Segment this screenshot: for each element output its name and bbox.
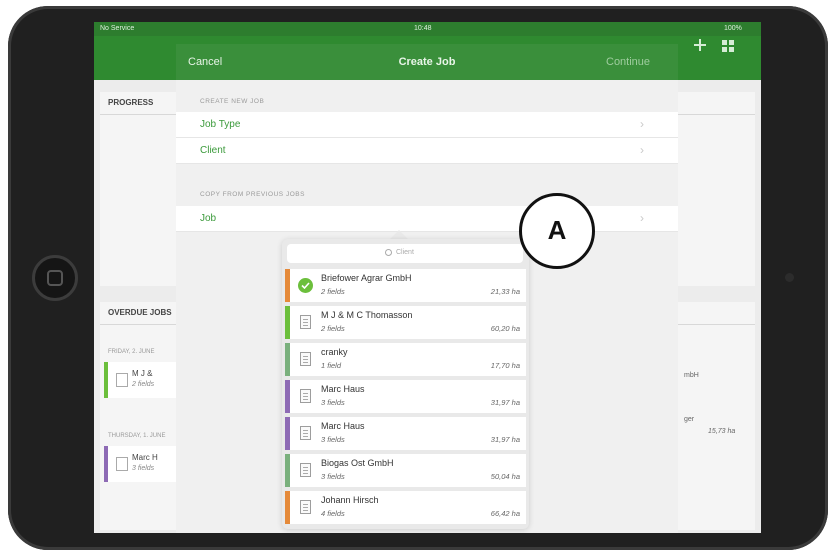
- carrier-text: No Service: [100, 25, 135, 32]
- screen: No Service 10:48 100% PROGRESS OVERDUE J…: [94, 22, 761, 533]
- job-item-fields: 2 fields: [132, 381, 155, 388]
- document-icon: [300, 389, 311, 403]
- client-fields: 1 field: [321, 361, 342, 370]
- camera-dot: [785, 273, 794, 282]
- client-area: 31,97 ha: [490, 435, 520, 444]
- document-icon: [116, 373, 128, 387]
- clock-text: 10:48: [414, 25, 432, 32]
- client-fields: 3 fields: [321, 472, 345, 481]
- section-header-copy: COPY FROM PREVIOUS JOBS: [200, 191, 305, 198]
- grid-view-icon[interactable]: [722, 40, 734, 52]
- client-name: cranky: [321, 347, 348, 357]
- client-search-input[interactable]: Client: [287, 244, 523, 263]
- client-name: Marc Haus: [321, 421, 365, 431]
- continue-button[interactable]: Continue: [606, 56, 650, 68]
- document-icon: [300, 352, 311, 366]
- job-item-area: 15,73 ha: [708, 428, 736, 435]
- modal-nav-bar: Cancel Create Job Continue: [176, 44, 678, 80]
- chevron-right-icon: ›: [640, 117, 644, 131]
- client-list-item[interactable]: M J & M C Thomasson 2 fields 60,20 ha: [285, 306, 526, 339]
- client-row[interactable]: Client ›: [176, 138, 678, 164]
- job-item-name: Marc H: [132, 453, 158, 462]
- job-item-right-text: mbH: [684, 372, 699, 379]
- annotation-label: A: [547, 215, 567, 245]
- status-bar: No Service 10:48 100%: [94, 22, 761, 36]
- annotation-callout-a: A: [519, 193, 595, 269]
- battery-text: 100%: [724, 25, 742, 32]
- client-area: 21,33 ha: [490, 287, 520, 296]
- client-area: 66,42 ha: [490, 509, 520, 518]
- client-area: 17,70 ha: [490, 361, 520, 370]
- home-button[interactable]: [32, 255, 78, 301]
- document-icon: [300, 426, 311, 440]
- document-icon: [300, 500, 311, 514]
- client-name: Marc Haus: [321, 384, 365, 394]
- chevron-right-icon: ›: [640, 143, 644, 157]
- job-type-label: Job Type: [200, 119, 241, 130]
- client-name: Briefower Agrar GmbH: [321, 273, 412, 283]
- client-picker-popover: Client Briefower Agrar GmbH 2 fields 21,33…: [282, 239, 529, 529]
- client-list-item[interactable]: Briefower Agrar GmbH 2 fields 21,33 ha: [285, 269, 526, 302]
- job-item[interactable]: Marc H 3 fields: [104, 446, 184, 482]
- check-circle-icon: [298, 278, 313, 293]
- client-area: 60,20 ha: [490, 324, 520, 333]
- job-type-row[interactable]: Job Type ›: [176, 112, 678, 138]
- client-fields: 3 fields: [321, 435, 345, 444]
- popover-arrow: [390, 230, 408, 239]
- search-icon: [385, 249, 392, 256]
- client-label: Client: [200, 145, 226, 156]
- client-list-item[interactable]: Marc Haus 3 fields 31,97 ha: [285, 380, 526, 413]
- client-fields: 3 fields: [321, 398, 345, 407]
- date-header: THURSDAY, 1. JUNE: [108, 433, 166, 439]
- document-icon: [300, 315, 311, 329]
- client-list-item[interactable]: Marc Haus 3 fields 31,97 ha: [285, 417, 526, 450]
- client-area: 50,04 ha: [490, 472, 520, 481]
- job-label: Job: [200, 213, 217, 224]
- client-fields: 4 fields: [321, 509, 345, 518]
- modal-title: Create Job: [398, 56, 456, 68]
- job-row[interactable]: Job ›: [176, 206, 678, 232]
- client-list-item[interactable]: Johann Hirsch 4 fields 66,42 ha: [285, 491, 526, 524]
- section-header-new: CREATE NEW JOB: [200, 98, 265, 105]
- job-item-right-text: ger: [684, 416, 695, 423]
- chevron-right-icon: ›: [640, 211, 644, 225]
- client-name: Biogas Ost GmbH: [321, 458, 394, 468]
- job-item-name: M J &: [132, 369, 153, 378]
- overdue-jobs-title: OVERDUE JOBS: [108, 308, 172, 317]
- client-fields: 2 fields: [321, 324, 345, 333]
- search-placeholder: Client: [396, 249, 414, 256]
- client-fields: 2 fields: [321, 287, 345, 296]
- add-icon-vertical: [699, 39, 701, 51]
- job-item[interactable]: M J & 2 fields: [104, 362, 184, 398]
- home-button-icon: [47, 270, 63, 286]
- client-area: 31,97 ha: [490, 398, 520, 407]
- client-name: Johann Hirsch: [321, 495, 379, 505]
- client-list-item[interactable]: Biogas Ost GmbH 3 fields 50,04 ha: [285, 454, 526, 487]
- client-name: M J & M C Thomasson: [321, 310, 413, 320]
- job-item-fields: 3 fields: [132, 465, 155, 472]
- client-list-item[interactable]: cranky 1 field 17,70 ha: [285, 343, 526, 376]
- document-icon: [116, 457, 128, 471]
- progress-title: PROGRESS: [108, 98, 154, 107]
- document-icon: [300, 463, 311, 477]
- date-header: FRIDAY, 2. JUNE: [108, 349, 155, 355]
